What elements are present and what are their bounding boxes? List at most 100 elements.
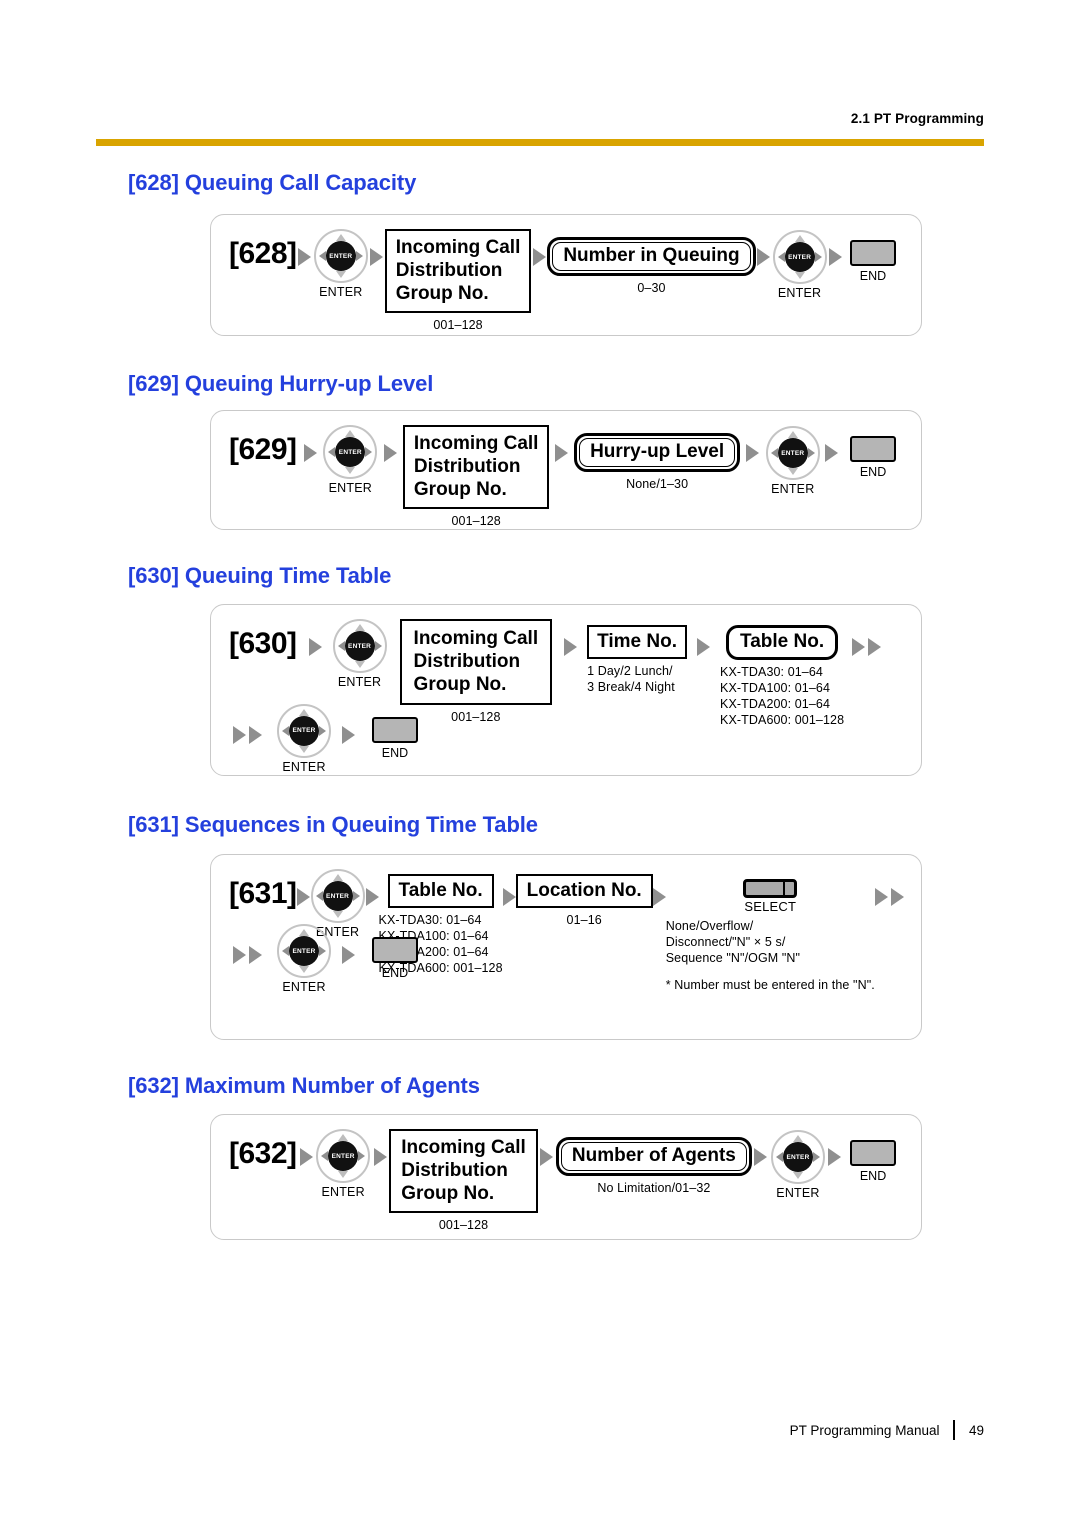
arrow-icon [540, 1148, 554, 1166]
navigation-dial-icon[interactable]: ENTER [277, 924, 331, 978]
field-line-3: Group No. [413, 674, 507, 696]
end-key-icon[interactable] [850, 436, 897, 462]
field-time-no-box[interactable]: Time No. [587, 625, 688, 660]
enter-key-629-2[interactable]: ENTER ENTER [765, 426, 821, 496]
navigation-dial-icon[interactable]: ENTER [316, 1129, 371, 1183]
arrow-icon [384, 444, 398, 462]
end-key-628[interactable]: END [843, 240, 903, 283]
field-group-no-629-box[interactable]: Incoming Call Distribution Group No. [402, 425, 550, 509]
enter-hub-icon[interactable]: ENTER [344, 631, 375, 661]
arrow-right-icon [365, 447, 373, 457]
field-group-no-630-box[interactable]: Incoming Call Distribution Group No. [399, 619, 553, 705]
end-key-icon[interactable] [850, 1140, 897, 1166]
end-key-631[interactable]: END [365, 937, 425, 980]
enter-hub-icon[interactable]: ENTER [328, 1141, 359, 1171]
end-key-632[interactable]: END [843, 1140, 903, 1183]
enter-key-630-1[interactable]: ENTER ENTER [332, 619, 388, 689]
field-number-in-queuing-label: Number in Queuing [552, 242, 751, 271]
enter-hub-text: ENTER [292, 727, 316, 735]
field-table-no-630-box[interactable]: Table No. [726, 625, 839, 660]
navigation-dial-icon[interactable]: ENTER [323, 425, 378, 479]
arrow-up-icon [299, 708, 309, 716]
field-location-no-caption: 01–16 [566, 913, 602, 928]
enter-hub-icon[interactable]: ENTER [777, 438, 808, 468]
enter-key-629-1[interactable]: ENTER ENTER [322, 425, 378, 495]
field-group-no-629[interactable]: Incoming Call Distribution Group No. 001… [402, 425, 550, 529]
enter-hub-text: ENTER [331, 1152, 355, 1160]
end-key-icon[interactable] [372, 716, 418, 743]
field-group-no-628[interactable]: Incoming Call Distribution Group No. 001… [384, 229, 532, 333]
arrow-icon [652, 888, 666, 906]
enter-hub-text: ENTER [786, 1153, 810, 1161]
navigation-dial-icon[interactable]: ENTER [332, 619, 387, 673]
arrow-icon [296, 888, 310, 906]
navigation-dial-icon[interactable]: ENTER [765, 426, 820, 480]
field-table-no-630[interactable]: Table No. KX-TDA30: 01–64 KX-TDA100: 01–… [720, 625, 844, 728]
field-hurry-up-level-label: Hurry-up Level [579, 438, 736, 467]
arrow-up-icon [345, 430, 356, 437]
navigation-dial-icon[interactable]: ENTER [310, 869, 365, 923]
enter-hub-icon[interactable]: ENTER [289, 936, 319, 966]
enter-key-label: ENTER [328, 481, 372, 495]
enter-hub-text: ENTER [326, 892, 350, 900]
enter-hub-icon[interactable]: ENTER [782, 1142, 813, 1172]
navigation-dial-icon[interactable]: ENTER [277, 703, 331, 758]
field-line-3: Group No. [401, 1183, 495, 1205]
field-number-of-agents-caption: No Limitation/01–32 [597, 1180, 711, 1195]
diagram-630: [630] ENTER ENTER Incoming Call Distribu… [210, 604, 922, 776]
select-key-631[interactable]: SELECT None/Overflow/ Disconnect/"N" × 5… [666, 879, 875, 992]
enter-key-label: ENTER [337, 675, 382, 689]
field-number-in-queuing-box[interactable]: Number in Queuing [547, 237, 756, 276]
enter-hub-text: ENTER [788, 253, 812, 261]
field-number-of-agents-box[interactable]: Number of Agents [555, 1137, 752, 1176]
arrow-up-icon [792, 1135, 803, 1142]
field-hurry-up-level[interactable]: Hurry-up Level None/1–30 [574, 433, 741, 492]
arrow-right-icon [812, 1152, 820, 1162]
field-hurry-up-level-box[interactable]: Hurry-up Level [574, 433, 741, 472]
page-header: 2.1 PT Programming [96, 110, 984, 128]
enter-key-632-2[interactable]: ENTER ENTER [770, 1130, 826, 1200]
navigation-dial-icon[interactable]: ENTER [313, 229, 368, 283]
field-time-no[interactable]: Time No. 1 Day/2 Lunch/ 3 Break/4 Night [587, 625, 688, 695]
field-group-no-632-box[interactable]: Incoming Call Distribution Group No. [389, 1129, 538, 1213]
end-key-630[interactable]: END [365, 716, 425, 760]
field-number-of-agents[interactable]: Number of Agents No Limitation/01–32 [555, 1137, 752, 1196]
arrow-down-icon [354, 661, 365, 668]
field-location-no[interactable]: Location No. 01–16 [515, 874, 653, 928]
navigation-dial-icon[interactable]: ENTER [770, 1130, 825, 1184]
field-number-in-queuing[interactable]: Number in Queuing 0–30 [547, 237, 756, 296]
enter-hub-icon[interactable]: ENTER [335, 437, 366, 467]
end-key-icon[interactable] [849, 240, 896, 266]
enter-hub-icon[interactable]: ENTER [784, 242, 815, 272]
section-heading-629: [629] Queuing Hurry-up Level [128, 371, 434, 396]
select-key-icon[interactable] [743, 879, 798, 898]
enter-hub-icon[interactable]: ENTER [325, 241, 356, 271]
enter-key-632-1[interactable]: ENTER ENTER [315, 1129, 371, 1199]
end-key-629[interactable]: END [843, 436, 903, 479]
enter-hub-icon[interactable]: ENTER [322, 881, 353, 911]
end-key-icon[interactable] [372, 937, 418, 963]
select-key-caption: None/Overflow/ Disconnect/"N" × 5 s/ Seq… [665, 919, 801, 965]
end-key-label: END [859, 465, 887, 479]
enter-hub-icon[interactable]: ENTER [289, 715, 319, 746]
arrow-left-icon [777, 252, 785, 262]
enter-key-631-2[interactable]: ENTER ENTER [276, 924, 332, 994]
enter-hub-text: ENTER [292, 947, 316, 955]
arrow-icon [874, 888, 888, 906]
field-group-no-628-box[interactable]: Incoming Call Distribution Group No. [384, 229, 532, 313]
navigation-dial-icon[interactable]: ENTER [772, 230, 827, 284]
arrow-icon [249, 725, 262, 744]
end-key-label: END [381, 966, 409, 980]
program-code-628: [628] [229, 237, 297, 270]
field-group-no-632[interactable]: Incoming Call Distribution Group No. 001… [389, 1129, 538, 1233]
field-group-no-630[interactable]: Incoming Call Distribution Group No. 001… [399, 619, 553, 725]
enter-hub-text: ENTER [338, 448, 362, 456]
arrow-down-icon [299, 966, 309, 973]
enter-key-628-1[interactable]: ENTER ENTER [313, 229, 369, 299]
enter-key-628-2[interactable]: ENTER ENTER [772, 230, 828, 300]
arrow-up-icon [787, 431, 798, 438]
field-table-no-631-box[interactable]: Table No. [387, 874, 494, 909]
enter-key-630-2[interactable]: ENTER ENTER [276, 703, 332, 774]
arrow-icon [697, 638, 711, 656]
field-location-no-box[interactable]: Location No. [515, 874, 653, 909]
